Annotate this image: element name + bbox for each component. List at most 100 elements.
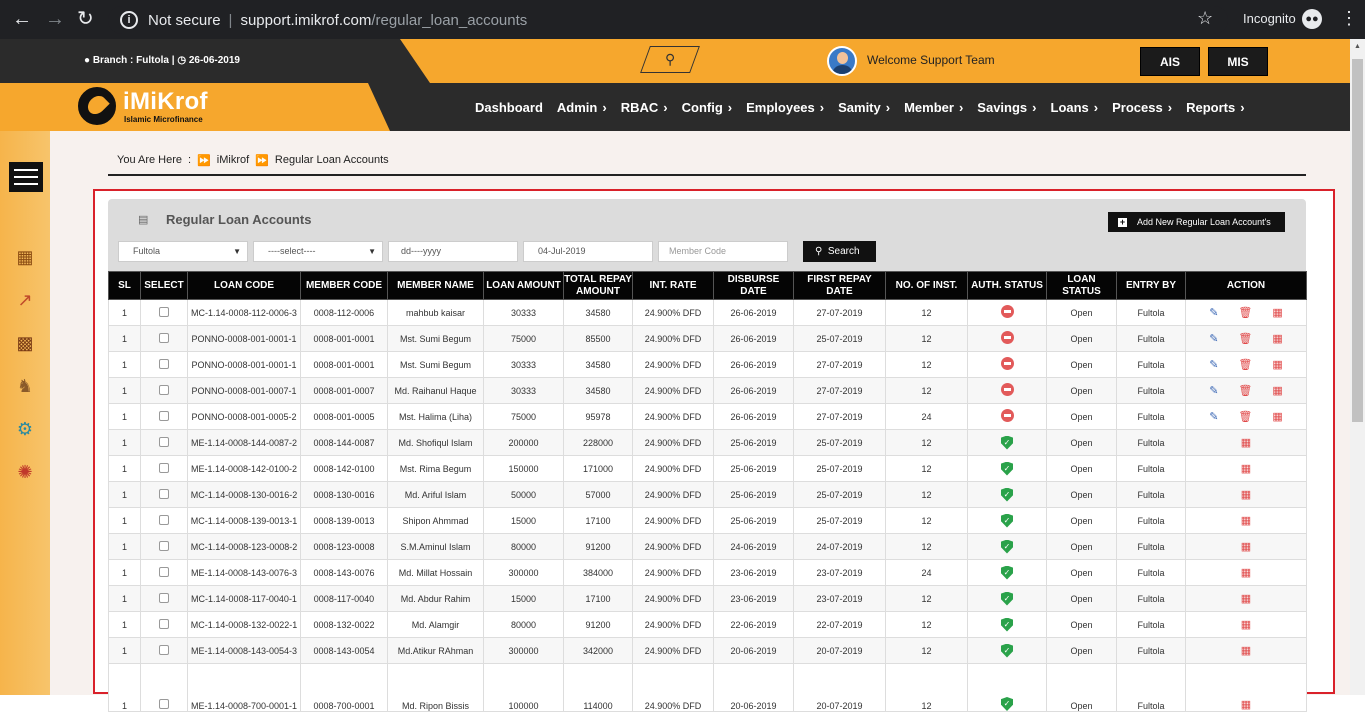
edit-icon[interactable]: ✎ — [1209, 410, 1218, 423]
row-checkbox[interactable] — [159, 566, 169, 577]
row-checkbox[interactable] — [159, 644, 169, 655]
row-checkbox[interactable] — [159, 306, 169, 317]
menu-member[interactable]: Member › — [904, 100, 963, 115]
cell-total-repay: 17100 — [563, 585, 633, 612]
row-checkbox[interactable] — [159, 358, 169, 369]
row-checkbox[interactable] — [159, 514, 169, 525]
logo-icon[interactable] — [76, 85, 118, 127]
date-to-input[interactable]: 04-Jul-2019 — [523, 241, 653, 262]
address-bar[interactable]: i Not secure | support.imikrof.com/regul… — [108, 6, 1228, 34]
menu-employees[interactable]: Employees › — [746, 100, 824, 115]
cell-action: ✎ 🗑 ▦ — [1185, 299, 1307, 326]
calendar-icon[interactable]: ▦ — [1241, 488, 1251, 501]
approved-shield-icon: ✓ — [1001, 461, 1013, 476]
cell-member-code: 0008-112-0006 — [300, 299, 388, 326]
kebab-menu-icon[interactable]: ⋮ — [1340, 8, 1358, 29]
edit-icon[interactable]: ✎ — [1209, 358, 1218, 371]
top-header: ● Branch : Fultola | ◷ 26-06-2019 ⚲ Welc… — [0, 39, 1350, 83]
row-checkbox[interactable] — [159, 540, 169, 551]
cell-entry-by: Fultola — [1116, 299, 1186, 326]
edit-icon[interactable]: ✎ — [1209, 306, 1218, 319]
cell-disburse: 23-06-2019 — [713, 585, 794, 612]
row-checkbox[interactable] — [159, 618, 169, 629]
calendar-icon[interactable]: ▦ — [1241, 644, 1251, 657]
building-icon[interactable]: ▦ — [13, 245, 37, 269]
bookmark-star-icon[interactable]: ☆ — [1197, 8, 1213, 29]
cell-action: ▦ — [1185, 559, 1307, 586]
menu-savings[interactable]: Savings › — [977, 100, 1036, 115]
date-from-input[interactable]: dd----yyyy — [388, 241, 518, 262]
calendar-icon[interactable]: ▦ — [1241, 618, 1251, 631]
delete-icon[interactable]: 🗑 — [1238, 332, 1252, 345]
calendar-icon[interactable]: ▦ — [1272, 358, 1282, 371]
calendar-icon[interactable]: ▦ — [1272, 410, 1282, 423]
row-checkbox[interactable] — [159, 592, 169, 603]
cell-loan-code: MC-1.14-0008-132-0022-1 — [187, 611, 301, 638]
chart-icon[interactable]: ↗ — [13, 288, 37, 312]
calendar-icon[interactable]: ▦ — [1272, 306, 1282, 319]
settings-icon[interactable]: ⚙ — [13, 417, 37, 441]
people-icon[interactable]: ♞ — [13, 374, 37, 398]
incognito-icon[interactable]: ●● — [1302, 9, 1322, 29]
scrollbar[interactable]: ▲ — [1350, 39, 1365, 695]
branch-select[interactable]: Fultola ▼ — [118, 241, 248, 262]
calendar-icon[interactable]: ▦ — [1241, 592, 1251, 605]
menu-admin[interactable]: Admin › — [557, 100, 607, 115]
cell-first-repay: 27-07-2019 — [793, 351, 886, 378]
delete-icon[interactable]: 🗑 — [1238, 384, 1252, 397]
cell-total-repay: 384000 — [563, 559, 633, 586]
row-checkbox[interactable] — [159, 462, 169, 473]
cell-member-code: 0008-143-0054 — [300, 637, 388, 664]
member-code-input[interactable]: Member Code — [658, 241, 788, 262]
table-row: 1 ME-1.14-0008-700-0001-1 0008-700-0001 Md.… — [108, 663, 1307, 712]
cell-member-name: Md. Raihanul Haque — [387, 377, 484, 404]
cell-rate: 24.900% DFD — [632, 559, 714, 586]
menu-reports[interactable]: Reports › — [1186, 100, 1244, 115]
menu-process[interactable]: Process › — [1112, 100, 1172, 115]
ais-button[interactable]: AIS — [1140, 47, 1200, 76]
menu-config[interactable]: Config › — [682, 100, 733, 115]
menu-rbac[interactable]: RBAC › — [621, 100, 668, 115]
info-icon[interactable]: i — [120, 11, 138, 29]
briefcase-icon[interactable]: ▩ — [13, 331, 37, 355]
calendar-icon[interactable]: ▦ — [1272, 384, 1282, 397]
mis-button[interactable]: MIS — [1208, 47, 1268, 76]
row-checkbox[interactable] — [159, 436, 169, 447]
calendar-icon[interactable]: ▦ — [1241, 698, 1251, 711]
row-checkbox[interactable] — [159, 332, 169, 343]
row-checkbox[interactable] — [159, 699, 169, 709]
calendar-icon[interactable]: ▦ — [1241, 566, 1251, 579]
product-select[interactable]: ----select---- ▼ — [253, 241, 383, 262]
row-checkbox[interactable] — [159, 410, 169, 421]
breadcrumb-home[interactable]: iMikrof — [217, 154, 249, 167]
scrollbar-thumb[interactable] — [1352, 59, 1363, 422]
row-checkbox[interactable] — [159, 384, 169, 395]
header-search-button[interactable]: ⚲ — [640, 46, 700, 73]
delete-icon[interactable]: 🗑 — [1238, 306, 1252, 319]
calendar-icon[interactable]: ▦ — [1241, 514, 1251, 527]
calendar-icon[interactable]: ▦ — [1241, 462, 1251, 475]
edit-icon[interactable]: ✎ — [1209, 384, 1218, 397]
delete-icon[interactable]: 🗑 — [1238, 410, 1252, 423]
network-icon[interactable]: ✺ — [13, 460, 37, 484]
cell-total-repay: 95978 — [563, 403, 633, 430]
menu-loans[interactable]: Loans › — [1051, 100, 1099, 115]
back-icon[interactable]: ← — [12, 8, 32, 30]
row-checkbox[interactable] — [159, 488, 169, 499]
menu-dashboard[interactable]: Dashboard — [475, 100, 543, 115]
forward-icon[interactable]: → — [45, 8, 65, 30]
column-header: DISBURSE DATE — [713, 271, 794, 300]
calendar-icon[interactable]: ▦ — [1241, 436, 1251, 449]
cell-disburse: 20-06-2019 — [713, 637, 794, 664]
edit-icon[interactable]: ✎ — [1209, 332, 1218, 345]
hamburger-menu-icon[interactable] — [9, 162, 43, 192]
search-button[interactable]: ⚲ Search — [803, 241, 876, 262]
avatar[interactable] — [827, 46, 857, 76]
menu-samity[interactable]: Samity › — [838, 100, 890, 115]
calendar-icon[interactable]: ▦ — [1241, 540, 1251, 553]
cell-total-repay: 34580 — [563, 351, 633, 378]
calendar-icon[interactable]: ▦ — [1272, 332, 1282, 345]
delete-icon[interactable]: 🗑 — [1238, 358, 1252, 371]
add-loan-account-button[interactable]: + Add New Regular Loan Account's — [1108, 212, 1285, 232]
reload-icon[interactable]: ↻ — [77, 8, 94, 30]
